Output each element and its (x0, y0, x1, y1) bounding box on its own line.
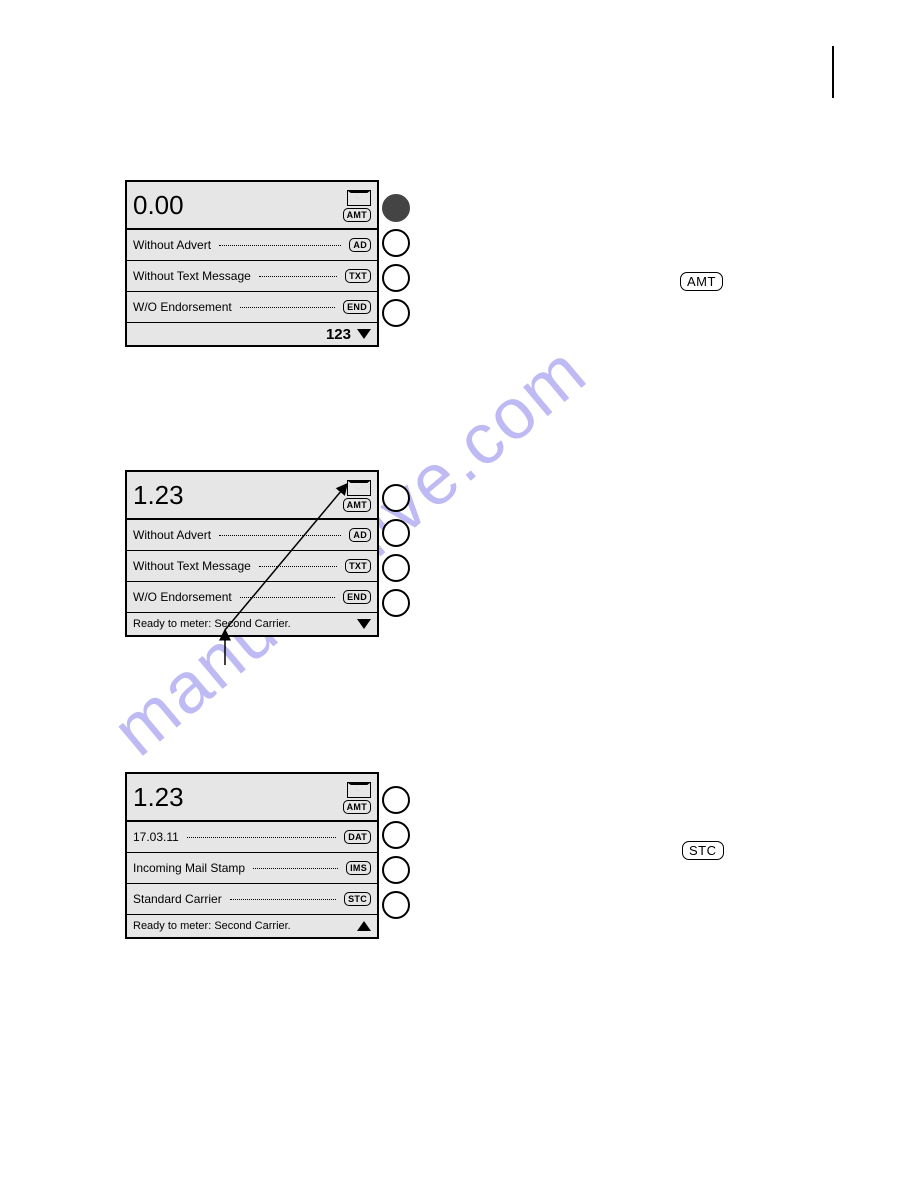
row-tag: DAT (344, 830, 371, 844)
envelope-icon (347, 480, 371, 496)
row-tag: END (343, 300, 371, 314)
softkey-button-1[interactable] (382, 194, 410, 222)
dotted-line (187, 836, 336, 838)
row-label: W/O Endorsement (133, 590, 232, 604)
stc-key-label: STC (682, 841, 724, 860)
chevron-down-icon (357, 329, 371, 339)
row-advert: Without Advert AD (127, 230, 377, 261)
display-panel-3: 1.23 AMT 17.03.11 DAT Incoming Mail Stam… (125, 772, 379, 939)
softkey-button-2[interactable] (382, 821, 410, 849)
amt-tag: AMT (343, 208, 371, 222)
page-margin-bar (832, 46, 834, 98)
row-date: 17.03.11 DAT (127, 822, 377, 853)
row-tag: STC (344, 892, 371, 906)
amount-value: 0.00 (133, 190, 184, 221)
chevron-up-icon (357, 921, 371, 931)
row-label: Without Text Message (133, 559, 251, 573)
status-text: Ready to meter: Second Carrier. (133, 920, 291, 932)
softkey-button-3[interactable] (382, 856, 410, 884)
amt-tag: AMT (343, 498, 371, 512)
softkeys-3 (382, 786, 412, 926)
display-panel-2: 1.23 AMT Without Advert AD Without Text … (125, 470, 379, 637)
amount-value: 1.23 (133, 480, 184, 511)
row-text-message: Without Text Message TXT (127, 551, 377, 582)
status-text: Ready to meter: Second Carrier. (133, 618, 291, 630)
softkey-button-4[interactable] (382, 299, 410, 327)
row-label: Without Text Message (133, 269, 251, 283)
envelope-icon (347, 782, 371, 798)
dotted-line (219, 534, 341, 536)
softkey-button-4[interactable] (382, 891, 410, 919)
dotted-line (219, 244, 341, 246)
dotted-line (240, 596, 335, 598)
chevron-down-icon (357, 619, 371, 629)
row-tag: IMS (346, 861, 371, 875)
row-tag: AD (349, 528, 371, 542)
row-label: W/O Endorsement (133, 300, 232, 314)
dotted-line (259, 275, 337, 277)
amount-header: 1.23 AMT (127, 774, 377, 822)
softkey-button-1[interactable] (382, 484, 410, 512)
panel-footer: 123 (127, 323, 377, 345)
row-incoming-stamp: Incoming Mail Stamp IMS (127, 853, 377, 884)
amount-header: 0.00 AMT (127, 182, 377, 230)
softkey-button-2[interactable] (382, 229, 410, 257)
row-tag: TXT (345, 559, 371, 573)
footer-value: 123 (326, 326, 351, 343)
softkeys-2 (382, 484, 412, 624)
row-label: Incoming Mail Stamp (133, 861, 245, 875)
amount-header: 1.23 AMT (127, 472, 377, 520)
row-advert: Without Advert AD (127, 520, 377, 551)
softkey-button-4[interactable] (382, 589, 410, 617)
softkey-button-2[interactable] (382, 519, 410, 547)
amt-tag: AMT (343, 800, 371, 814)
softkey-button-1[interactable] (382, 786, 410, 814)
row-endorsement: W/O Endorsement END (127, 292, 377, 323)
softkey-button-3[interactable] (382, 554, 410, 582)
row-text-message: Without Text Message TXT (127, 261, 377, 292)
amount-value: 1.23 (133, 782, 184, 813)
dotted-line (253, 867, 338, 869)
softkey-button-3[interactable] (382, 264, 410, 292)
envelope-icon (347, 190, 371, 206)
row-label: Standard Carrier (133, 892, 222, 906)
panel-footer: Ready to meter: Second Carrier. (127, 613, 377, 635)
row-label: Without Advert (133, 238, 211, 252)
row-label: 17.03.11 (133, 830, 179, 844)
dotted-line (240, 306, 335, 308)
row-endorsement: W/O Endorsement END (127, 582, 377, 613)
display-panel-1: 0.00 AMT Without Advert AD Without Text … (125, 180, 379, 347)
amt-key-label: AMT (680, 272, 723, 291)
row-tag: TXT (345, 269, 371, 283)
row-standard-carrier: Standard Carrier STC (127, 884, 377, 915)
dotted-line (230, 898, 336, 900)
row-tag: AD (349, 238, 371, 252)
panel-footer: Ready to meter: Second Carrier. (127, 915, 377, 937)
dotted-line (259, 565, 337, 567)
softkeys-1 (382, 194, 412, 334)
row-tag: END (343, 590, 371, 604)
row-label: Without Advert (133, 528, 211, 542)
